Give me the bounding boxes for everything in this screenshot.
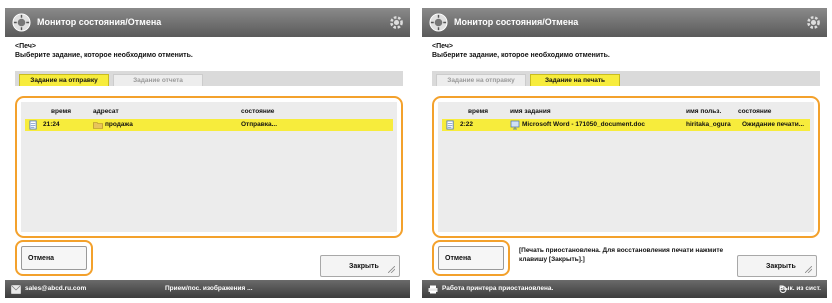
table-row[interactable]: 2:22 Microsoft Word - 171050_document.do… — [442, 119, 810, 131]
column-header-status: состояние — [241, 108, 275, 115]
title-bar: Монитор состояния/Отмена — [422, 8, 827, 37]
gear-icon[interactable] — [805, 14, 822, 31]
document-icon — [29, 120, 37, 130]
tab-print-jobs[interactable]: Задание на печать — [530, 74, 620, 86]
tab-bar: Задание на отправку Задание на печать — [432, 71, 820, 86]
tab-report-jobs[interactable]: Задание отчета — [113, 74, 203, 86]
folder-icon — [93, 122, 103, 129]
status-monitor-icon — [429, 13, 448, 32]
status-message: Работа принтера приостановлена. — [442, 285, 554, 292]
cancel-highlight: Отмена — [15, 240, 93, 276]
close-button[interactable]: Закрыть — [737, 255, 817, 277]
printer-icon — [428, 285, 438, 294]
column-header-user-name: имя польз. — [686, 108, 722, 115]
status-message: Прием/пос. изображения ... — [165, 285, 253, 292]
corner-grip-icon — [388, 266, 395, 273]
row-time: 2:22 — [460, 121, 474, 128]
tab-send-jobs[interactable]: Задание на отправку — [436, 74, 526, 86]
screen-header: <Печ> — [432, 43, 453, 50]
status-left-text: sales@abcd.ru.com — [25, 285, 87, 292]
job-list: время адресат состояние 21:24 продажа От… — [15, 96, 403, 238]
column-header-time: время — [468, 108, 489, 115]
close-button[interactable]: Закрыть — [320, 255, 400, 277]
close-button-label: Закрыть — [349, 263, 379, 270]
job-list-inner: время имя задания имя польз. состояние 2… — [438, 102, 814, 232]
window-title: Монитор состояния/Отмена — [37, 17, 162, 27]
status-bar: Работа принтера приостановлена. Вык. из … — [422, 280, 827, 298]
row-address: продажа — [105, 121, 133, 128]
close-button-label: Закрыть — [766, 263, 796, 270]
cancel-button-label: Отмена — [28, 255, 55, 262]
column-header-status: состояние — [738, 108, 772, 115]
screen-body: <Печ> Выберите задание, которое необходи… — [5, 37, 410, 280]
tab-bar: Задание на отправку Задание отчета — [15, 71, 403, 86]
table-row[interactable]: 21:24 продажа Отправка... — [25, 119, 393, 131]
title-bar: Монитор состояния/Отмена — [5, 8, 410, 37]
status-monitor-icon — [12, 13, 31, 32]
instruction-text: Выберите задание, которое необходимо отм… — [432, 52, 610, 59]
gear-icon[interactable] — [388, 14, 405, 31]
right-screen: Монитор состояния/Отмена <Печ> Выберите … — [422, 8, 827, 298]
column-header-time: время — [51, 108, 72, 115]
info-message-line1: [Печать приостановлена. Для восстановлен… — [519, 247, 724, 254]
row-job-name: Microsoft Word - 171050_document.doc — [522, 121, 646, 128]
window-title: Монитор состояния/Отмена — [454, 17, 579, 27]
corner-grip-icon — [805, 266, 812, 273]
row-user-name: hiritaka_ogura — [686, 121, 731, 128]
instruction-text: Выберите задание, которое необходимо отм… — [15, 52, 193, 59]
column-header-address: адресат — [93, 108, 119, 115]
row-time: 21:24 — [43, 121, 60, 128]
document-icon — [446, 120, 454, 130]
cancel-button[interactable]: Отмена — [438, 246, 504, 270]
job-list-inner: время адресат состояние 21:24 продажа От… — [21, 102, 397, 232]
cancel-button-label: Отмена — [445, 255, 472, 262]
job-list: время имя задания имя польз. состояние 2… — [432, 96, 820, 238]
screen-header: <Печ> — [15, 43, 36, 50]
tab-send-jobs[interactable]: Задание на отправку — [19, 74, 109, 86]
status-bar: sales@abcd.ru.com Прием/пос. изображения… — [5, 280, 410, 298]
computer-icon — [510, 120, 520, 130]
cancel-highlight: Отмена — [432, 240, 510, 276]
envelope-icon — [11, 285, 21, 294]
row-status: Ожидание печати... — [742, 121, 805, 128]
logout-button[interactable]: Вык. из сист. — [779, 285, 821, 292]
screen-body: <Печ> Выберите задание, которое необходи… — [422, 37, 827, 280]
cancel-button[interactable]: Отмена — [21, 246, 87, 270]
left-screen: Монитор состояния/Отмена <Печ> Выберите … — [5, 8, 410, 298]
row-status: Отправка... — [241, 121, 278, 128]
column-header-job-name: имя задания — [510, 108, 551, 115]
